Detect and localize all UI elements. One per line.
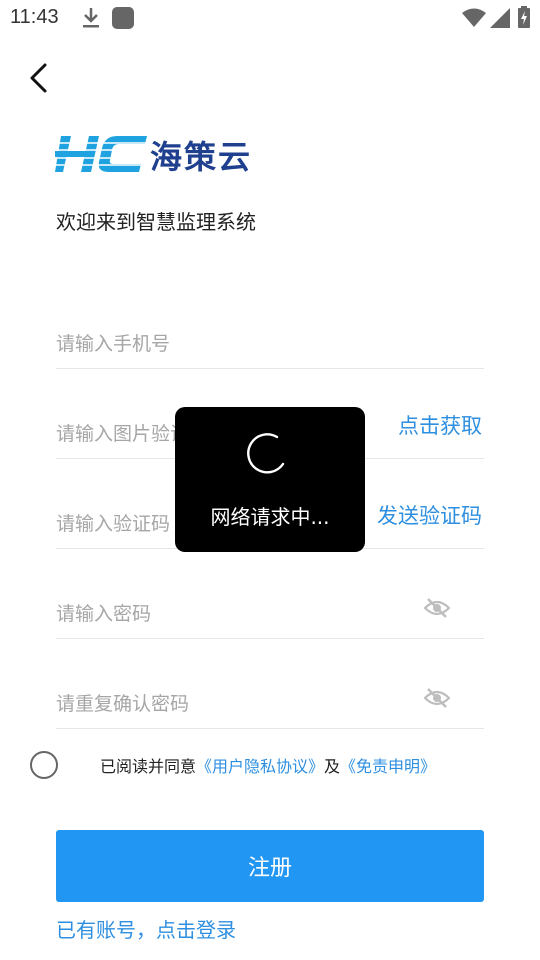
chevron-left-icon <box>30 63 47 93</box>
agreement-conjunction: 及 <box>324 757 341 776</box>
battery-charging-icon <box>518 6 530 28</box>
send-code-button[interactable]: 发送验证码 <box>377 500 482 530</box>
phone-field-row <box>56 308 484 369</box>
confirm-password-input[interactable] <box>56 688 356 720</box>
agreement-checkbox[interactable] <box>30 751 58 779</box>
welcome-text: 欢迎来到智慧监理系统 <box>56 210 256 234</box>
agreement-prefix: 已阅读并同意 <box>100 757 197 776</box>
password-field-row <box>56 578 484 639</box>
password-input[interactable] <box>56 598 356 630</box>
eye-off-icon[interactable] <box>424 598 450 618</box>
phone-input[interactable] <box>56 328 356 360</box>
eye-off-icon[interactable] <box>424 688 450 708</box>
hc-logo-mark <box>55 136 149 172</box>
loading-text: 网络请求中... <box>210 505 330 529</box>
register-button[interactable]: 注册 <box>56 830 484 902</box>
logo-text: 海策云 <box>150 138 253 176</box>
brand-logo: 海策云 <box>55 130 275 180</box>
disclaimer-link[interactable]: 《免责申明》 <box>340 757 436 776</box>
status-time: 11:43 <box>10 6 59 28</box>
confirm-password-field-row <box>56 668 484 729</box>
download-icon <box>83 8 99 28</box>
app-icon <box>112 7 134 29</box>
get-captcha-button[interactable]: 点击获取 <box>398 410 482 440</box>
agreement-row: 已阅读并同意《用户隐私协议》及《免责申明》 <box>30 750 510 780</box>
status-bar: 11:43 <box>0 0 540 36</box>
agreement-text: 已阅读并同意《用户隐私协议》及《免责申明》 <box>100 753 436 777</box>
login-link[interactable]: 已有账号，点击登录 <box>56 914 236 943</box>
wifi-icon <box>462 8 486 27</box>
privacy-policy-link[interactable]: 《用户隐私协议》 <box>196 757 324 776</box>
loading-spinner-icon <box>247 433 285 474</box>
signal-icon <box>490 8 510 28</box>
back-button[interactable] <box>18 58 58 98</box>
loading-toast: 网络请求中... <box>175 407 365 552</box>
